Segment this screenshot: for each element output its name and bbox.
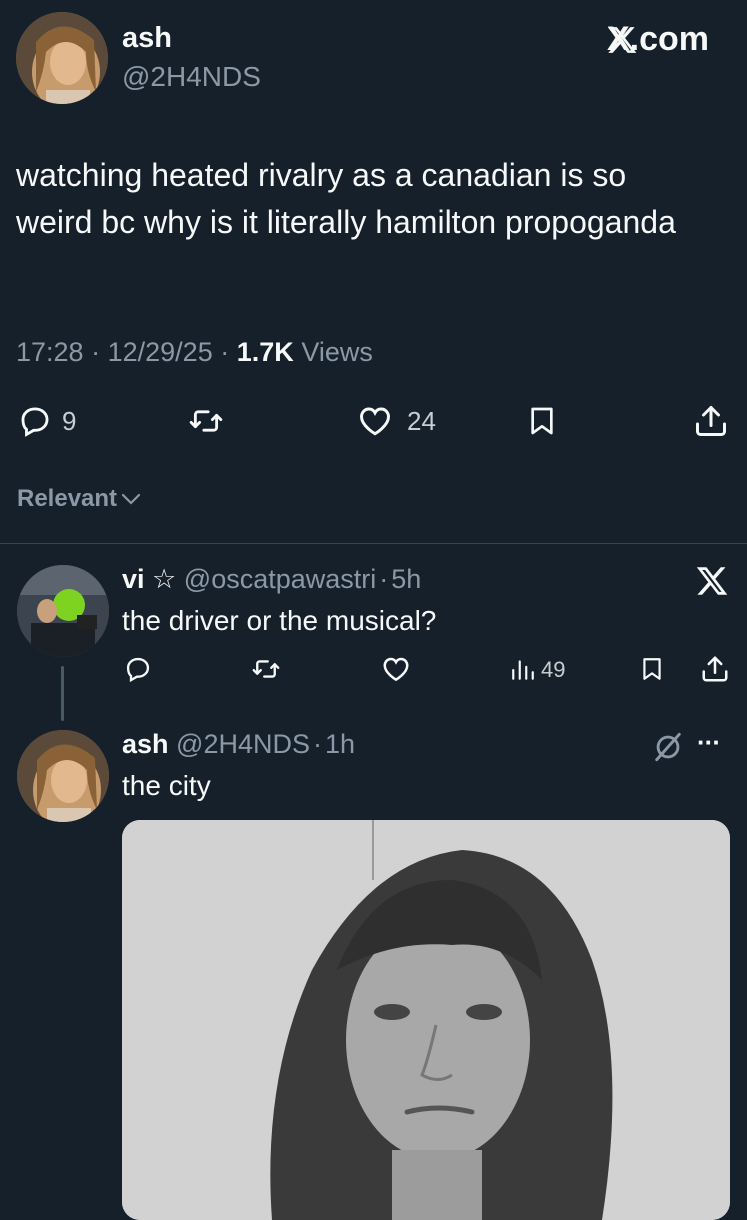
retweet-icon[interactable] [251,655,281,683]
reply-author-name[interactable]: vi [122,564,145,594]
x-logo-icon [695,564,729,598]
share-icon[interactable] [700,653,730,685]
thread-line [61,666,64,721]
sort-dropdown[interactable]: Relevant [17,485,141,513]
reply-image[interactable] [122,820,730,1220]
author-name[interactable]: ash [122,22,172,55]
reply-icon[interactable] [124,655,152,683]
reply-time[interactable]: 1h [325,729,355,759]
brand-watermark: X.com [606,20,709,59]
brand-text: X.com [607,20,710,58]
meta-separator: · [91,337,101,367]
like-icon[interactable] [357,403,393,439]
post-time[interactable]: 17:28 [16,337,84,367]
like-icon[interactable] [381,654,411,684]
views-icon[interactable] [510,655,536,683]
post-text: watching heated rivalry as a canadian is… [16,157,676,240]
meta-separator: · [220,337,230,367]
reply-icon[interactable] [18,404,52,438]
sort-label: Relevant [17,485,118,512]
reply-header: vi ☆ @oscatpawastri · 5h [122,564,421,595]
reply-views-count: 49 [541,657,566,682]
reply-avatar[interactable] [17,730,109,822]
reply-author-handle[interactable]: @2H4NDS [176,729,310,759]
reply-avatar[interactable] [17,565,109,657]
more-icon[interactable]: ··· [697,727,721,758]
share-icon[interactable] [693,402,729,440]
reply-separator: · [313,729,322,759]
like-count: 24 [407,406,436,436]
post-date[interactable]: 12/29/25 [108,337,213,367]
reply-time[interactable]: 5h [391,564,421,594]
bookmark-icon[interactable] [526,402,558,440]
author-handle[interactable]: @2H4NDS [122,61,261,93]
views-count: 1.7K [236,337,294,367]
mute-icon[interactable] [651,730,685,764]
reply-header: ash @2H4NDS · 1h [122,729,355,760]
retweet-icon[interactable] [188,404,224,438]
divider [0,543,747,544]
star-glyph: ☆ [152,564,177,594]
reply-author-handle[interactable]: @oscatpawastri [184,564,376,594]
reply-author-name[interactable]: ash [122,729,169,759]
reply-text: the driver or the musical? [122,605,437,636]
views-label: Views [301,337,373,367]
author-avatar[interactable] [16,12,108,104]
chevron-down-icon [121,485,141,513]
reply-separator: · [379,564,389,594]
reply-count: 9 [62,406,77,436]
reply-text: the city [122,770,211,801]
bookmark-icon[interactable] [639,653,665,685]
post-meta: 17:28 · 12/29/25 · 1.7K Views [16,337,373,368]
